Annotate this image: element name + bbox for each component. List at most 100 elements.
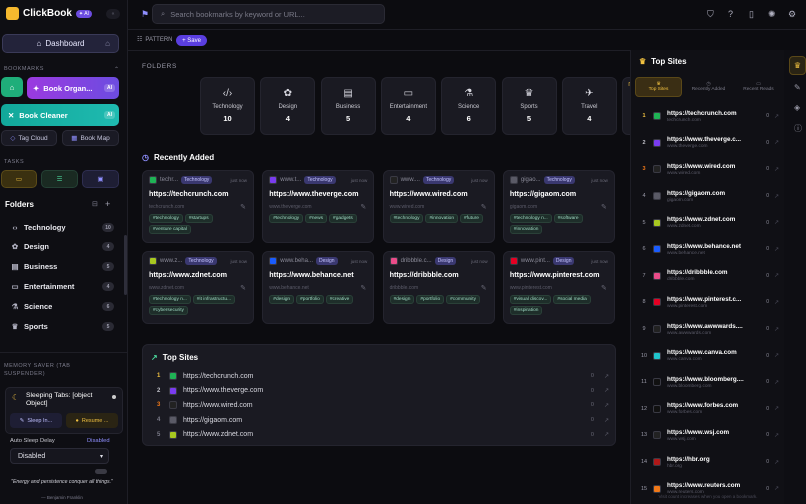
external-link-icon[interactable]: ↗ bbox=[774, 219, 779, 226]
folder-card-sports[interactable]: ♛ Sports 5 bbox=[501, 77, 557, 135]
book-cleaner-button[interactable]: ✕ Book Cleaner AI bbox=[1, 104, 119, 126]
external-link-icon[interactable]: ↗ bbox=[774, 299, 779, 306]
trash-icon[interactable]: ▯ bbox=[749, 9, 754, 20]
search-input[interactable]: ⌕ Search bookmarks by keyword or URL... bbox=[152, 4, 385, 24]
save-button[interactable]: + Save bbox=[176, 35, 207, 46]
edit-icon[interactable]: ✎ bbox=[240, 284, 246, 292]
bookmark-card[interactable]: gigao... Technology just now https://gigaom… bbox=[502, 170, 615, 243]
tag-chip[interactable]: #technology n... bbox=[149, 295, 191, 304]
folder-item-business[interactable]: ▤ Business 5 bbox=[10, 258, 114, 275]
external-link-icon[interactable]: ↗ bbox=[774, 166, 779, 173]
folder-item-entertainment[interactable]: ▭ Entertainment 4 bbox=[10, 278, 114, 295]
tag-chip[interactable]: #news bbox=[305, 214, 328, 223]
folder-card-travel[interactable]: ✈ Travel 4 bbox=[561, 77, 617, 135]
collapse-folders-icon[interactable]: ⊟ bbox=[92, 200, 98, 208]
external-link-icon[interactable]: ↗ bbox=[774, 113, 779, 120]
top-site-row[interactable]: 10 https://www.canva.com www.canva.com 0 ↗ bbox=[639, 342, 779, 369]
external-link-icon[interactable]: ↗ bbox=[774, 326, 779, 333]
top-site-row[interactable]: 4 https://gigaom.com gigaom.com 0 ↗ bbox=[639, 183, 779, 210]
trophy-rail-icon[interactable]: ♛ bbox=[789, 56, 806, 75]
bookmark-url[interactable]: https://dribbble.com bbox=[390, 270, 488, 279]
top-site-row[interactable]: 3 https://www.wired.com 0 ↗ bbox=[157, 399, 609, 411]
top-site-row[interactable]: 1 https://techcrunch.com 0 ↗ bbox=[157, 370, 609, 382]
tag-chip[interactable]: #design bbox=[389, 295, 415, 304]
external-link-icon[interactable]: ↗ bbox=[604, 431, 609, 438]
help-icon[interactable]: ? bbox=[728, 9, 733, 19]
folder-card-technology[interactable]: ‹/› Technology 10 bbox=[200, 77, 255, 135]
external-link-icon[interactable]: ↗ bbox=[774, 193, 779, 200]
bookmark-card[interactable]: www.t... Technology just now https://www.th… bbox=[262, 170, 375, 243]
bookmark-icon[interactable]: ⚑ bbox=[141, 9, 149, 20]
tag-chip[interactable]: #portfolio bbox=[416, 295, 445, 304]
tag-chip[interactable]: #technology n... bbox=[509, 214, 552, 223]
top-site-row[interactable]: 13 https://www.wsj.com www.wsj.com 0 ↗ bbox=[639, 422, 779, 449]
bookmark-card[interactable]: www.pint... Design just now https://www.pin… bbox=[502, 251, 615, 324]
folder-card-entertainment[interactable]: ▭ Entertainment 4 bbox=[380, 77, 436, 135]
top-site-row[interactable]: 5 https://www.zdnet.com 0 ↗ bbox=[157, 429, 609, 441]
folder-item-science[interactable]: ⚗ Science 6 bbox=[10, 298, 114, 315]
pencil-icon[interactable]: ✎ bbox=[794, 83, 801, 92]
top-site-row[interactable]: 14 https://hbr.org hbr.org 0 ↗ bbox=[639, 449, 779, 476]
top-site-row[interactable]: 11 https://www.bloomberg.... www.bloomberg… bbox=[639, 369, 779, 396]
tasks-calendar-button[interactable]: ▣ bbox=[82, 170, 119, 188]
tag-chip[interactable]: #it infrastructu... bbox=[192, 295, 235, 304]
edit-icon[interactable]: ✎ bbox=[481, 203, 487, 211]
tag-chip[interactable]: #startups bbox=[184, 214, 213, 223]
tag-chip[interactable]: #creative bbox=[325, 295, 354, 304]
top-site-row[interactable]: 5 https://www.zdnet.com www.zdnet.com 0 ↗ bbox=[639, 209, 779, 236]
bookmark-icon-tile[interactable]: ⌂ bbox=[1, 77, 23, 97]
top-site-row[interactable]: 6 https://www.behance.net www.behance.net 0… bbox=[639, 236, 779, 263]
tag-chip[interactable]: #social media bbox=[553, 295, 591, 304]
auto-sleep-select[interactable]: Disabled ▾ bbox=[10, 448, 109, 464]
external-link-icon[interactable]: ↗ bbox=[774, 432, 779, 439]
tag-chip[interactable]: #technology bbox=[269, 214, 304, 223]
bookmark-url[interactable]: https://www.pinterest.com bbox=[510, 270, 608, 279]
folders-scrollbar[interactable] bbox=[124, 235, 127, 295]
dashboard-button[interactable]: ⌂ Dashboard ⌂ bbox=[2, 34, 119, 53]
external-link-icon[interactable]: ↗ bbox=[604, 373, 609, 380]
tag-chip[interactable]: #design bbox=[269, 295, 295, 304]
book-map-button[interactable]: ▦ Book Map bbox=[62, 130, 119, 146]
top-site-row[interactable]: 7 https://dribbble.com dribbble.com 0 ↗ bbox=[639, 263, 779, 290]
bookmark-url[interactable]: https://www.zdnet.com bbox=[149, 270, 247, 279]
tag-chip[interactable]: #portfolio bbox=[296, 295, 324, 304]
bookmark-card[interactable]: techr... Technology just now https://techcr… bbox=[142, 170, 254, 243]
folder-item-design[interactable]: ✿ Design 4 bbox=[10, 238, 114, 255]
external-link-icon[interactable]: ↗ bbox=[604, 402, 609, 409]
external-link-icon[interactable]: ↗ bbox=[774, 139, 779, 146]
bookmark-url[interactable]: https://gigaom.com bbox=[510, 189, 608, 198]
external-link-icon[interactable]: ↗ bbox=[774, 246, 779, 253]
bookmark-card[interactable]: www.beha... Design just now https://www.beh… bbox=[262, 251, 375, 324]
top-site-row[interactable]: 8 https://www.pinterest.c... www.pinterest… bbox=[639, 289, 779, 316]
tab-recently-added[interactable]: ◷ Recently Added bbox=[685, 77, 732, 97]
book-organizer-button[interactable]: ✦ Book Organ... AI bbox=[27, 77, 119, 99]
bookmark-card[interactable]: dribbble.c... Design just now https://dribb… bbox=[382, 251, 495, 324]
folder-card-science[interactable]: ⚗ Science 6 bbox=[441, 77, 497, 135]
folder-item-technology[interactable]: ‹› Technology 10 bbox=[10, 219, 114, 236]
tag-chip[interactable]: #software bbox=[553, 214, 583, 223]
bookmark-url[interactable]: https://www.behance.net bbox=[269, 270, 367, 279]
tasks-folder-button[interactable]: ▭ bbox=[1, 170, 37, 188]
shield-icon[interactable]: ⛉ bbox=[707, 9, 714, 20]
pattern-toggle[interactable]: ☷ PATTERN bbox=[137, 36, 173, 44]
tag-chip[interactable]: #gadgets bbox=[329, 214, 357, 223]
top-site-row[interactable]: 2 https://www.theverge.c... www.theverge.c… bbox=[639, 130, 779, 157]
tag-chip[interactable]: #technology bbox=[389, 214, 424, 223]
external-link-icon[interactable]: ↗ bbox=[774, 379, 779, 386]
external-link-icon[interactable]: ↗ bbox=[774, 352, 779, 359]
tag-chip[interactable]: #innovation bbox=[425, 214, 459, 223]
tag-chip[interactable]: #future bbox=[460, 214, 483, 223]
tag-chip[interactable]: #visual discov... bbox=[509, 295, 552, 304]
sleep-in-button[interactable]: ✎ Sleep In... bbox=[10, 413, 62, 428]
external-link-icon[interactable]: ↗ bbox=[774, 459, 779, 466]
external-link-icon[interactable]: ↗ bbox=[774, 405, 779, 412]
bookmark-url[interactable]: https://www.theverge.com bbox=[269, 189, 367, 198]
toggle-switch[interactable] bbox=[95, 469, 107, 474]
tag-chip[interactable]: #community bbox=[446, 295, 480, 304]
tag-chip[interactable]: #innovation bbox=[509, 225, 543, 234]
external-link-icon[interactable]: ↗ bbox=[774, 272, 779, 279]
bookmark-url[interactable]: https://www.wired.com bbox=[390, 189, 488, 198]
resume-button[interactable]: ● Resume ... bbox=[66, 413, 118, 428]
tab-recent-reads[interactable]: ▭ Recent Reads bbox=[735, 77, 782, 97]
tag-chip[interactable]: #inspiration bbox=[509, 306, 543, 315]
